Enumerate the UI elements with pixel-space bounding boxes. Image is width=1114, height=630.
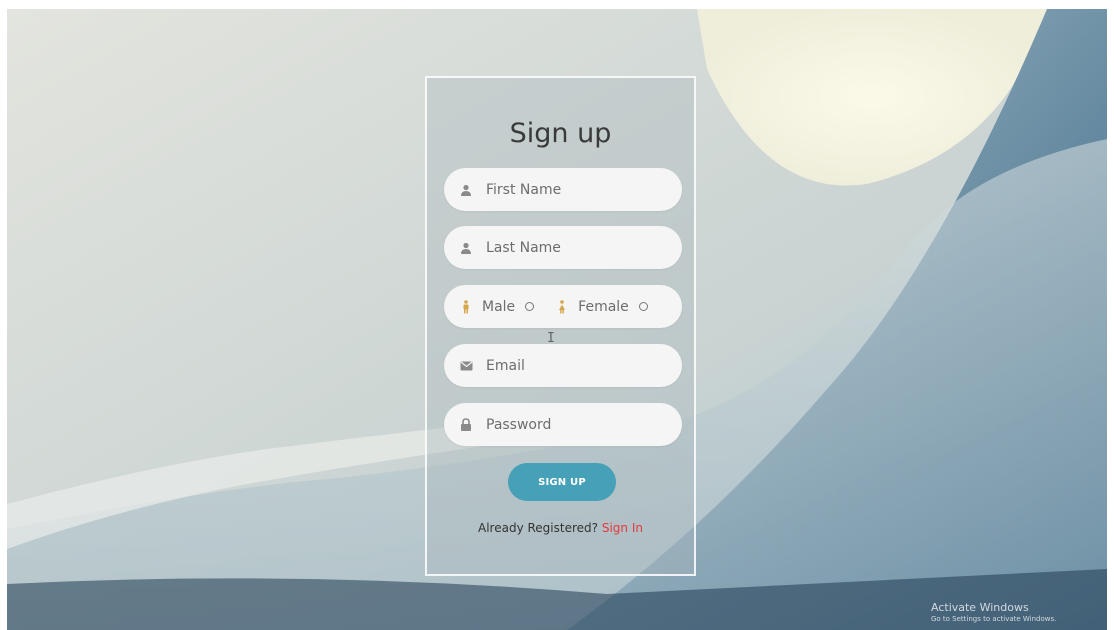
envelope-icon [458, 358, 474, 374]
first-name-input[interactable] [484, 180, 668, 199]
female-label: Female [578, 298, 629, 315]
signup-button[interactable]: SIGN UP [508, 463, 616, 501]
email-input[interactable] [484, 356, 668, 375]
watermark-subtitle: Go to Settings to activate Windows. [931, 615, 1057, 623]
gender-option-male[interactable]: Male [458, 298, 535, 315]
last-name-input[interactable] [484, 238, 668, 257]
male-label: Male [482, 298, 516, 315]
signin-prompt: Already Registered? [478, 521, 602, 535]
signin-row: Already Registered? Sign In [427, 521, 694, 535]
email-field[interactable] [444, 344, 682, 387]
signin-link[interactable]: Sign In [602, 521, 643, 535]
password-field[interactable] [444, 403, 682, 446]
male-radio[interactable] [525, 302, 535, 311]
female-icon [554, 299, 570, 315]
female-radio[interactable] [638, 302, 648, 311]
gender-option-female[interactable]: Female [554, 299, 648, 315]
last-name-field[interactable] [444, 226, 682, 269]
form-title: Sign up [509, 118, 612, 149]
signup-card: Sign up Male [425, 76, 696, 576]
gender-field: Male Female [444, 285, 682, 328]
desktop-background: I Sign up Male [7, 9, 1107, 630]
activate-windows-watermark: Activate Windows Go to Settings to activ… [931, 601, 1056, 623]
password-input[interactable] [484, 415, 668, 434]
user-icon [458, 182, 474, 198]
lock-icon [458, 417, 474, 433]
male-icon [458, 299, 474, 315]
first-name-field[interactable] [444, 168, 682, 211]
user-icon [458, 240, 474, 256]
watermark-title: Activate Windows [931, 601, 1029, 614]
